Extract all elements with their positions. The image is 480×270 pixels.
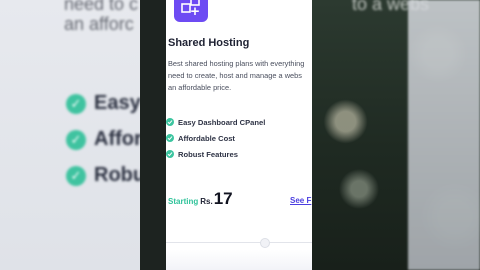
price-currency: Rs.: [200, 197, 213, 206]
add-apps-icon: [174, 0, 208, 22]
card-title: Shared Hosting: [168, 37, 250, 49]
check-icon: [166, 150, 174, 158]
background-right-blurred: to a webs: [312, 0, 480, 270]
bg-feature-1: ✓ Easy: [66, 92, 140, 115]
feature-label: Affordable Cost: [178, 133, 235, 143]
feature-label: Robust Features: [178, 149, 238, 159]
price-amount: 17: [213, 189, 233, 208]
bg-feature-label: Afford: [94, 128, 140, 150]
description-line: need to create, host and manage a webs: [168, 70, 302, 80]
bg-check-icon: ✓: [66, 165, 86, 186]
bg-feature-label: Easy: [94, 92, 140, 114]
description-line: an affordable price.: [168, 82, 232, 92]
bg-check-icon: ✓: [66, 129, 86, 150]
card-description: Best shared hosting plans with everythin…: [168, 58, 312, 93]
bg-text-line-2: an afforc: [64, 14, 134, 34]
check-icon: [166, 118, 174, 126]
bg-text-line-1: need to c: [64, 0, 139, 14]
bg-feature-3: ✓ Robu: [66, 164, 140, 187]
see-plans-link[interactable]: See F: [290, 196, 311, 205]
carousel-handle[interactable]: [260, 238, 270, 248]
check-icon: [166, 134, 174, 142]
feature-list: Easy Dashboard CPanel Affordable Cost Ro…: [166, 114, 265, 162]
price-row: Starting Rs. 17: [168, 189, 233, 209]
bg-card-edge: [408, 0, 480, 270]
background-left-blurred: need to c an afforc ✓ Easy ✓ Afford ✓ Ro…: [0, 0, 140, 270]
shared-hosting-card: Shared Hosting Best shared hosting plans…: [166, 0, 312, 270]
feature-label: Easy Dashboard CPanel: [178, 117, 266, 127]
card-footer: [166, 250, 312, 270]
description-line: Best shared hosting plans with everythin…: [168, 59, 305, 68]
feature-item: Robust Features: [166, 146, 265, 162]
bg-check-icon: ✓: [66, 93, 86, 114]
starting-label: Starting: [168, 197, 199, 206]
feature-item: Affordable Cost: [166, 130, 265, 146]
carousel-track: [166, 242, 312, 243]
bg-feature-2: ✓ Afford: [66, 128, 140, 151]
bg-feature-label: Robu: [94, 164, 140, 186]
feature-item: Easy Dashboard CPanel: [166, 114, 265, 130]
